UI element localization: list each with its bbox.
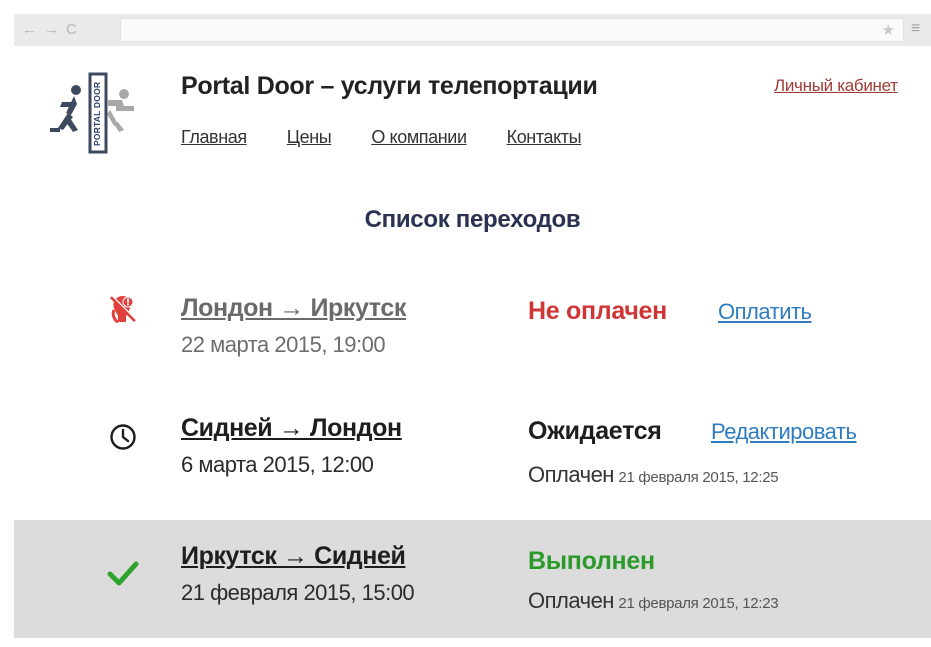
transition-route[interactable]: Лондон → Иркутск [181, 294, 406, 323]
section-title: Список переходов [364, 206, 581, 233]
main-nav: Главная Цены О компании Контакты [181, 127, 582, 148]
transition-date: 6 марта 2015, 12:00 [181, 452, 374, 477]
edit-link[interactable]: Редактировать [711, 419, 857, 445]
unpaid-icon [109, 295, 137, 324]
checkmark-icon [107, 561, 139, 586]
transition-date: 22 марта 2015, 19:00 [181, 332, 386, 357]
transition-row: Лондон → Иркутск 22 марта 2015, 19:00 Не… [14, 284, 931, 396]
browser-toolbar: ← → C ★ ≡ [14, 14, 931, 46]
transition-row: Иркутск → Сидней 21 февраля 2015, 15:00 … [14, 520, 931, 638]
star-icon[interactable]: ★ [882, 21, 895, 39]
transition-date: 21 февраля 2015, 15:00 [181, 580, 415, 605]
status-badge: Не оплачен [528, 297, 667, 325]
logo-text: PORTAL DOOR [92, 82, 102, 146]
payment-info: Оплачен 21 февраля 2015, 12:23 [528, 588, 779, 614]
nav-prices[interactable]: Цены [287, 127, 332, 148]
paid-label: Оплачен [528, 588, 614, 613]
nav-about[interactable]: О компании [371, 127, 467, 148]
paid-timestamp: 21 февраля 2015, 12:23 [618, 595, 779, 612]
paid-timestamp: 21 февраля 2015, 12:25 [618, 469, 779, 486]
clock-icon [110, 424, 136, 450]
nav-contacts[interactable]: Контакты [507, 127, 582, 148]
pay-link[interactable]: Оплатить [718, 299, 812, 325]
back-arrow-icon[interactable]: ← [22, 21, 37, 39]
status-badge: Ожидается [528, 417, 662, 445]
address-bar[interactable]: ★ [120, 18, 904, 42]
page-content: PORTAL DOOR Portal Door – услуги телепор… [14, 46, 931, 647]
browser-menu-icon[interactable]: ≡ [911, 20, 920, 38]
site-title: Portal Door – услуги телепортации [181, 72, 598, 100]
payment-info: Оплачен 21 февраля 2015, 12:25 [528, 462, 779, 488]
status-badge: Выполнен [528, 547, 655, 575]
frame-left-border [0, 0, 14, 647]
nav-home[interactable]: Главная [181, 127, 247, 148]
reload-icon[interactable]: C [66, 21, 77, 39]
screenshot-frame: ← → C ★ ≡ PORTAL DOOR Portal Door – услу… [0, 0, 931, 647]
account-link[interactable]: Личный кабинет [774, 76, 898, 96]
portal-door-logo: PORTAL DOOR [50, 72, 134, 154]
transition-route[interactable]: Сидней → Лондон [181, 414, 402, 443]
transition-route[interactable]: Иркутск → Сидней [181, 542, 406, 571]
transition-row: Сидней → Лондон 6 марта 2015, 12:00 Ожид… [14, 404, 931, 516]
forward-arrow-icon[interactable]: → [44, 21, 59, 39]
paid-label: Оплачен [528, 462, 614, 487]
